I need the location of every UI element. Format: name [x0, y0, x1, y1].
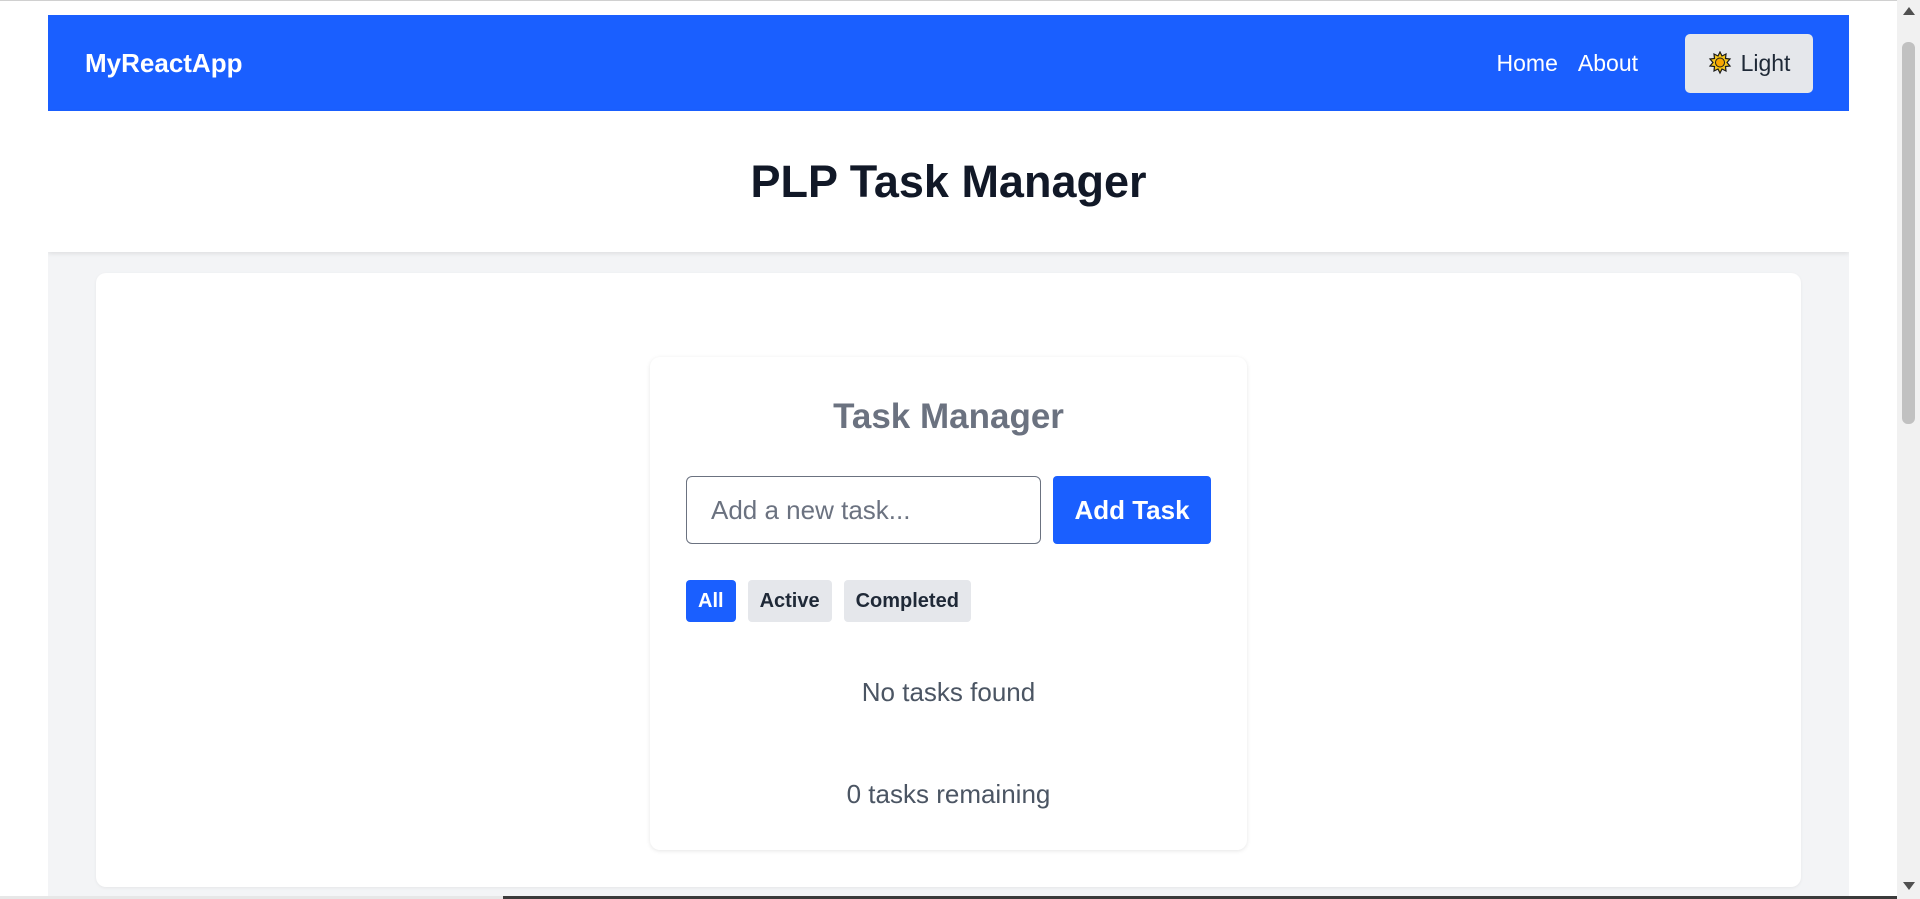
task-filter-group: All Active Completed — [686, 580, 983, 622]
nav-link-home[interactable]: Home — [1497, 50, 1558, 77]
app-root: MyReactApp Home About Light PLP Task Man… — [48, 15, 1849, 899]
scrollbar-thumb[interactable] — [1902, 42, 1915, 424]
theme-toggle-button[interactable]: Light — [1685, 33, 1813, 93]
nav-links: Home About Light — [1497, 33, 1813, 93]
add-task-button[interactable]: Add Task — [1053, 476, 1211, 544]
task-manager-title: Task Manager — [833, 397, 1064, 436]
tasks-remaining-count: 0 tasks remaining — [846, 779, 1051, 809]
vertical-scrollbar[interactable] — [1897, 0, 1920, 899]
new-task-input[interactable] — [686, 476, 1041, 544]
browser-viewport: MyReactApp Home About Light PLP Task Man… — [0, 0, 1920, 899]
empty-task-list-message: No tasks found — [861, 677, 1036, 707]
nav-link-about[interactable]: About — [1578, 50, 1638, 77]
theme-toggle-label: Light — [1740, 49, 1791, 76]
window-top-border — [0, 0, 1897, 1]
brand-logo[interactable]: MyReactApp — [85, 48, 242, 79]
page-title: PLP Task Manager — [750, 155, 1147, 207]
page-header: PLP Task Manager — [48, 111, 1849, 252]
sun-icon — [1708, 50, 1732, 75]
navbar: MyReactApp Home About Light — [48, 15, 1849, 111]
scroll-down-arrow-icon[interactable] — [1903, 882, 1915, 890]
filter-active-button[interactable]: Active — [747, 580, 832, 622]
scroll-up-arrow-icon[interactable] — [1903, 7, 1915, 15]
filter-completed-button[interactable]: Completed — [843, 580, 971, 622]
task-manager-card: Task Manager Add Task All Active Complet… — [650, 357, 1247, 850]
filter-all-button[interactable]: All — [686, 580, 736, 622]
main-content-card: Task Manager Add Task All Active Complet… — [96, 273, 1801, 887]
